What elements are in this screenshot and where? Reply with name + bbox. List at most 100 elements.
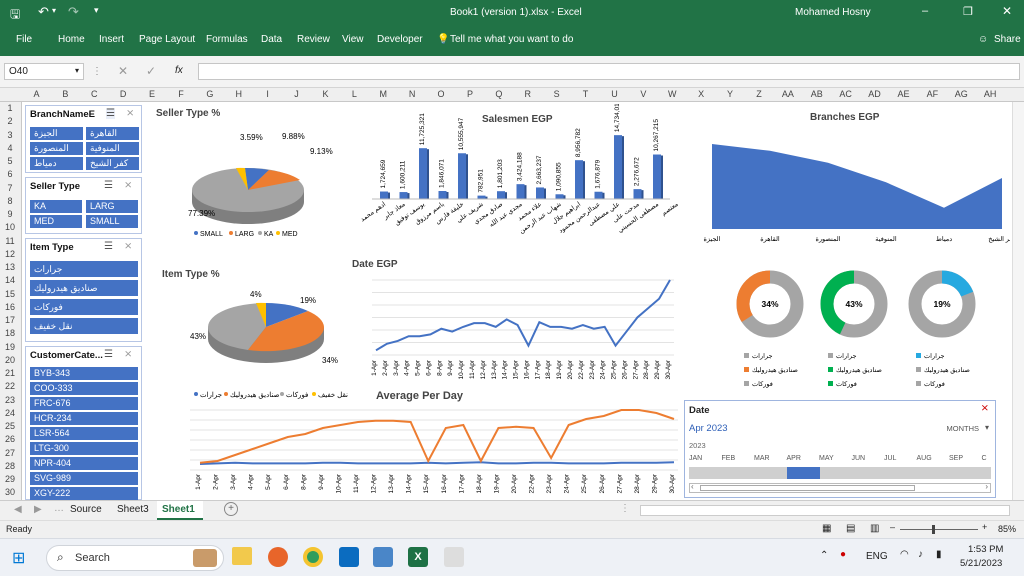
timeline-month[interactable]: MAR — [754, 455, 770, 462]
column-header[interactable]: P — [456, 89, 485, 99]
chevron-down-icon[interactable]: ▾ — [75, 66, 79, 75]
slicer-item-type[interactable]: Item Type ☰ ⨯ جرارات صناديق هيدروليك فور… — [25, 238, 142, 342]
row-header[interactable]: 26 — [0, 434, 20, 444]
customize-toolbar-icon[interactable]: ▾ — [94, 5, 99, 16]
clock-time[interactable]: 1:53 PM — [968, 544, 1003, 555]
page-break-view-icon[interactable]: ▥ — [870, 523, 879, 534]
column-header[interactable]: W — [658, 89, 687, 99]
slicer-item[interactable]: المنصورة — [30, 142, 83, 155]
column-header[interactable]: T — [571, 89, 600, 99]
zoom-slider[interactable] — [900, 529, 978, 530]
row-header[interactable]: 29 — [0, 474, 20, 484]
timeline-selected-bar[interactable] — [787, 467, 820, 479]
cancel-icon[interactable]: ✕ — [118, 64, 128, 78]
tab-insert[interactable]: Insert — [99, 34, 124, 45]
slicer-item[interactable]: SVG-989 — [30, 472, 138, 485]
column-header[interactable]: Y — [716, 89, 745, 99]
snipping-tool-icon[interactable] — [444, 547, 464, 567]
timeline-month[interactable]: JAN — [689, 455, 702, 462]
row-header[interactable]: 21 — [0, 368, 20, 378]
column-header[interactable]: U — [600, 89, 629, 99]
slicer-item[interactable]: كفر الشيخ — [86, 157, 139, 170]
tab-scroll-right-icon[interactable]: ▶ — [34, 504, 42, 515]
tab-scroll-left-icon[interactable]: ◀ — [14, 504, 22, 515]
row-header[interactable]: 23 — [0, 395, 20, 405]
close-icon[interactable]: ✕ — [1002, 4, 1012, 18]
multi-select-icon[interactable]: ☰ — [104, 241, 113, 252]
more-icon[interactable]: … — [54, 503, 64, 514]
clear-filter-icon[interactable]: ⨯ — [126, 108, 134, 119]
column-header[interactable]: AE — [889, 89, 918, 99]
slicer-item[interactable]: دمياط — [30, 157, 83, 170]
tab-page-layout[interactable]: Page Layout — [139, 34, 195, 45]
slicer-branch[interactable]: BranchNameE ☰ ⨯ القاهرة الجيزة المنوفية … — [25, 105, 142, 173]
row-header[interactable]: 22 — [0, 381, 20, 391]
column-header[interactable]: AB — [802, 89, 831, 99]
slicer-item[interactable]: MED — [30, 215, 82, 228]
sheet-tab-sheet3[interactable]: Sheet3 — [117, 504, 149, 515]
zoom-out-icon[interactable]: – — [890, 522, 895, 532]
row-header[interactable]: 16 — [0, 302, 20, 312]
row-header[interactable]: 8 — [0, 196, 20, 206]
column-header[interactable]: AF — [918, 89, 947, 99]
zoom-in-icon[interactable]: + — [982, 522, 987, 532]
chevron-up-icon[interactable]: ⌃ — [820, 550, 828, 561]
column-header[interactable]: Z — [745, 89, 774, 99]
restore-icon[interactable]: ❐ — [963, 5, 973, 18]
slicer-seller-type[interactable]: Seller Type ☰ ⨯ KA LARG MED SMALL — [25, 177, 142, 234]
slicer-item[interactable]: القاهرة — [86, 127, 139, 140]
column-header[interactable]: K — [311, 89, 340, 99]
save-icon[interactable]: 🖫 — [10, 5, 20, 26]
slicer-item[interactable]: XGY-222 — [30, 487, 138, 500]
column-header[interactable]: D — [109, 89, 138, 99]
row-header[interactable]: 28 — [0, 461, 20, 471]
slicer-item[interactable]: KA — [30, 200, 82, 213]
column-header[interactable]: M — [369, 89, 398, 99]
vertical-scrollbar[interactable] — [1012, 102, 1024, 500]
slicer-item[interactable]: LTG-300 — [30, 442, 138, 455]
normal-view-icon[interactable]: ▦ — [822, 523, 831, 534]
language-indicator[interactable]: ENG — [866, 551, 888, 562]
slicer-item[interactable]: صناديق هيدروليك — [30, 280, 138, 296]
sheet-tab-source[interactable]: Source — [70, 504, 102, 515]
slicer-item[interactable]: الجيزة — [30, 127, 83, 140]
scroll-right-icon[interactable]: › — [985, 482, 988, 491]
slicer-item[interactable]: جرارات — [30, 261, 138, 277]
item-type-chart[interactable]: Item Type % 4% 19% 43% 34% جرارات صناديق… — [158, 267, 348, 402]
chevron-down-icon[interactable]: ▾ — [985, 423, 989, 432]
tab-data[interactable]: Data — [261, 34, 282, 45]
slicer-item[interactable]: SMALL — [86, 215, 138, 228]
zoom-level[interactable]: 85% — [998, 524, 1016, 534]
date-egp-chart[interactable]: Date EGP 1-Apr 2-Apr 3-Apr 4-Apr 5-Apr 6-Apr 8… — [344, 255, 678, 390]
slicer-item[interactable]: المنوفية — [86, 142, 139, 155]
slicer-item[interactable]: LARG — [86, 200, 138, 213]
slicer-item[interactable]: NPR-404 — [30, 457, 138, 470]
outlook-icon[interactable] — [339, 547, 359, 567]
timeline-scroll-thumb[interactable] — [700, 485, 915, 491]
app-icon[interactable] — [373, 547, 393, 567]
timeline-month[interactable]: C — [982, 455, 987, 462]
battery-icon[interactable]: ▮ — [936, 549, 942, 560]
column-header[interactable]: B — [51, 89, 80, 99]
timeline-month[interactable]: APR — [787, 455, 801, 462]
row-header[interactable]: 1 — [0, 103, 20, 113]
tab-developer[interactable]: Developer — [377, 34, 423, 45]
chrome-icon[interactable] — [303, 547, 323, 567]
tab-home[interactable]: Home — [58, 34, 85, 45]
minimize-icon[interactable]: – — [922, 5, 928, 17]
tab-review[interactable]: Review — [297, 34, 330, 45]
enter-icon[interactable]: ✓ — [146, 64, 156, 78]
timeline-month[interactable]: JUL — [884, 455, 896, 462]
donut-charts[interactable]: 34% جرارات صناديق هيدروليك فوركات 43% جرارات ص… — [702, 262, 1012, 397]
column-header[interactable]: AG — [947, 89, 976, 99]
tab-view[interactable]: View — [342, 34, 364, 45]
slicer-item[interactable]: نقل خفيف — [30, 318, 138, 334]
column-header[interactable]: AA — [773, 89, 802, 99]
tell-me-box[interactable]: Tell me what you want to do — [450, 34, 573, 45]
row-header[interactable]: 4 — [0, 143, 20, 153]
slicer-item[interactable]: فوركات — [30, 299, 138, 315]
row-header[interactable]: 24 — [0, 408, 20, 418]
row-header[interactable]: 19 — [0, 342, 20, 352]
slicer-item[interactable]: BYB-343 — [30, 367, 138, 380]
column-header[interactable]: E — [138, 89, 167, 99]
